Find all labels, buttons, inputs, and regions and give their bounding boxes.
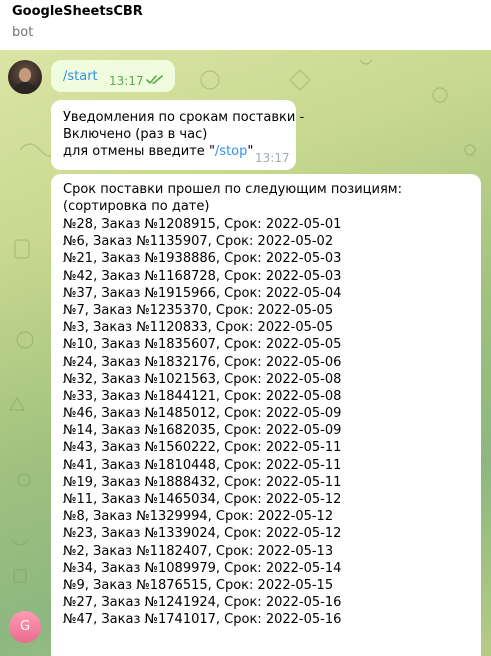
report-item: №9, Заказ №1876515, Срок: 2022-05-15	[63, 577, 334, 593]
notice-line-2: Включено (раз в час)	[63, 127, 208, 142]
report-message[interactable]: Срок поставки прошел по следующим позици…	[51, 174, 481, 656]
report-item: №37, Заказ №1915966, Срок: 2022-05-04	[63, 285, 342, 301]
report-item: №43, Заказ №1560222, Срок: 2022-05-11	[63, 440, 342, 456]
report-item: №7, Заказ №1235370, Срок: 2022-05-05	[63, 302, 334, 318]
report-item: №47, Заказ №1741017, Срок: 2022-05-16	[63, 612, 342, 628]
report-item: №2, Заказ №1182407, Срок: 2022-05-13	[63, 543, 334, 559]
command-text[interactable]: /start	[63, 68, 98, 85]
report-item: №28, Заказ №1208915, Срок: 2022-05-01	[63, 217, 342, 232]
notice-line-3-prefix: для отмены введите "	[63, 144, 215, 159]
outgoing-message[interactable]: /start 13:17	[51, 60, 175, 92]
avatar-shoulders	[12, 82, 38, 94]
stop-command-link[interactable]: /stop	[215, 144, 247, 159]
report-item: №41, Заказ №1810448, Срок: 2022-05-11	[63, 457, 342, 473]
chat-header[interactable]: GoogleSheetsCBR bot	[0, 0, 491, 50]
notice-line-1: Уведомления по срокам поставки -	[63, 110, 305, 125]
report-item: №34, Заказ №1089979, Срок: 2022-05-14	[63, 560, 342, 576]
report-item: №33, Заказ №1844121, Срок: 2022-05-08	[63, 388, 342, 404]
notice-message[interactable]: Уведомления по срокам поставки - Включен…	[51, 100, 304, 170]
report-item: №10, Заказ №1835607, Срок: 2022-05-05	[63, 337, 342, 353]
report-list: №28, Заказ №1208915, Срок: 2022-05-01 №6,…	[63, 216, 341, 629]
report-item: №19, Заказ №1888432, Срок: 2022-05-11	[63, 474, 342, 490]
report-item: №42, Заказ №1168728, Срок: 2022-05-03	[63, 268, 342, 284]
message-time: 13:17	[109, 74, 144, 88]
user-avatar[interactable]	[8, 60, 42, 94]
report-item: №32, Заказ №1021563, Срок: 2022-05-08	[63, 371, 342, 387]
report-item: №46, Заказ №1485012, Срок: 2022-05-09	[63, 406, 342, 422]
report-intro: Срок поставки прошел по следующим позици…	[63, 182, 402, 214]
report-item: №6, Заказ №1135907, Срок: 2022-05-02	[63, 234, 334, 250]
report-item: №14, Заказ №1682035, Срок: 2022-05-09	[63, 423, 342, 439]
chat-subtitle: bot	[12, 25, 34, 40]
chat-title: GoogleSheetsCBR	[12, 4, 143, 19]
message-time: 13:17	[255, 151, 290, 165]
report-item: №27, Заказ №1241924, Срок: 2022-05-16	[63, 595, 342, 611]
bot-avatar[interactable]: G	[9, 611, 41, 643]
report-item: №24, Заказ №1832176, Срок: 2022-05-06	[63, 354, 342, 370]
double-check-icon	[146, 73, 164, 90]
avatar-face	[19, 68, 31, 82]
chat-area[interactable]: /start 13:17 Уведомления по срокам поста…	[0, 50, 491, 656]
report-item: №23, Заказ №1339024, Срок: 2022-05-12	[63, 526, 342, 542]
report-item: №3, Заказ №1120833, Срок: 2022-05-05	[63, 320, 334, 336]
report-item: №8, Заказ №1329994, Срок: 2022-05-12	[63, 509, 334, 525]
notice-line-3-suffix: "	[247, 144, 254, 159]
report-item: №11, Заказ №1465034, Срок: 2022-05-12	[63, 492, 342, 507]
report-item: №21, Заказ №1938886, Срок: 2022-05-03	[63, 251, 342, 267]
